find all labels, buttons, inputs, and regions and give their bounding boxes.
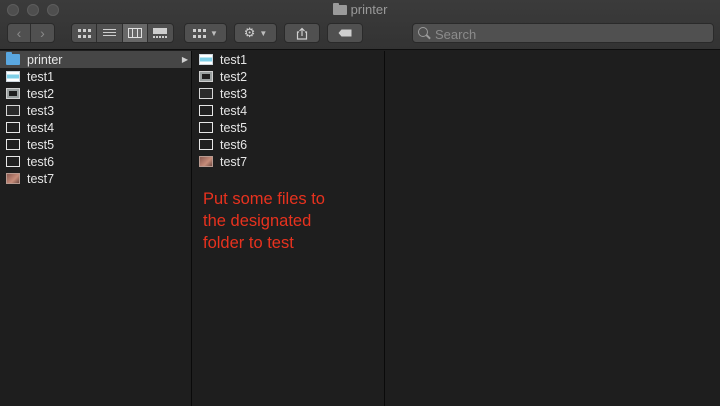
image-file-icon — [199, 54, 213, 65]
tag-icon — [338, 29, 352, 37]
item-label: test1 — [27, 69, 55, 84]
columns-icon — [127, 28, 142, 38]
list-item[interactable]: test3 — [192, 85, 384, 102]
list-item[interactable]: test1 — [0, 68, 191, 85]
finder-window: printer ‹ › ▼ ⚙ ▼ Search printer ▶ test1… — [0, 0, 720, 406]
file-icon — [199, 139, 213, 150]
window-title-label: printer — [350, 2, 388, 17]
forward-button[interactable]: › — [31, 24, 54, 42]
list-item[interactable]: test6 — [192, 136, 384, 153]
list-item[interactable]: test7 — [0, 170, 191, 187]
browser-column-1: printer ▶ test1 test2 test3 test4 test5 … — [0, 51, 192, 406]
list-item[interactable]: test4 — [0, 119, 191, 136]
grid-icon — [77, 28, 91, 38]
share-button[interactable] — [284, 23, 320, 43]
note-line-2: the designated — [203, 212, 312, 230]
file-icon — [6, 156, 20, 167]
dark-file-icon — [199, 88, 213, 99]
folder-icon — [332, 3, 347, 15]
icon-view-button[interactable] — [72, 24, 98, 42]
cover-flow-icon — [153, 28, 168, 38]
navigation-buttons: ‹ › — [7, 23, 55, 43]
item-label: printer — [27, 52, 63, 67]
file-icon — [6, 139, 20, 150]
item-label: test7 — [27, 171, 55, 186]
browser-column-3 — [385, 51, 720, 406]
tag-button[interactable] — [327, 23, 363, 43]
item-label: test5 — [27, 137, 55, 152]
instruction-note: Put some files to the designated folder … — [203, 188, 373, 254]
list-item[interactable]: test1 — [192, 51, 384, 68]
chevron-right-icon: › — [40, 25, 45, 41]
chevron-down-icon: ▼ — [210, 28, 218, 38]
item-label: test3 — [27, 103, 55, 118]
item-label: test6 — [220, 137, 248, 152]
screenshot-file-icon — [199, 71, 213, 82]
view-mode-switcher — [71, 23, 174, 43]
list-item[interactable]: test5 — [0, 136, 191, 153]
search-field[interactable] — [412, 23, 714, 43]
list-item[interactable]: test5 — [192, 119, 384, 136]
search-icon — [418, 27, 428, 37]
item-label: test4 — [220, 103, 248, 118]
list-item[interactable]: test6 — [0, 153, 191, 170]
item-label: test3 — [220, 86, 248, 101]
list-item[interactable]: test3 — [0, 102, 191, 119]
photo-file-icon — [199, 156, 213, 167]
toolbar: printer ‹ › ▼ ⚙ ▼ — [0, 0, 720, 50]
image-file-icon — [6, 71, 20, 82]
window-title: printer — [0, 2, 720, 17]
item-label: test2 — [220, 69, 248, 84]
column-view-button[interactable] — [122, 24, 148, 42]
dark-file-icon — [6, 105, 20, 116]
list-item[interactable]: test2 — [192, 68, 384, 85]
list-item[interactable]: test2 — [0, 85, 191, 102]
screenshot-file-icon — [6, 88, 20, 99]
gear-icon: ⚙ — [243, 25, 256, 40]
item-label: test7 — [220, 154, 248, 169]
gallery-view-button[interactable] — [147, 24, 173, 42]
file-icon — [199, 122, 213, 133]
back-button[interactable]: ‹ — [8, 24, 32, 42]
file-icon — [199, 105, 213, 116]
disclosure-triangle-icon: ▶ — [181, 55, 188, 64]
list-item[interactable]: test4 — [192, 102, 384, 119]
list-icon — [102, 28, 116, 38]
photo-file-icon — [6, 173, 20, 184]
item-label: test4 — [27, 120, 55, 135]
item-label: test2 — [27, 86, 55, 101]
item-label: test6 — [27, 154, 55, 169]
item-label: test5 — [220, 120, 248, 135]
folder-icon — [6, 52, 20, 65]
item-label: test1 — [220, 52, 248, 67]
group-by-button[interactable]: ▼ — [184, 23, 227, 43]
chevron-left-icon: ‹ — [16, 25, 22, 41]
list-view-button[interactable] — [97, 24, 123, 42]
list-item[interactable]: test7 — [192, 153, 384, 170]
share-icon — [296, 27, 308, 40]
chevron-down-icon: ▼ — [259, 28, 268, 38]
search-input[interactable] — [433, 25, 712, 43]
list-item[interactable]: printer ▶ — [0, 51, 191, 68]
file-icon — [6, 122, 20, 133]
action-menu-button[interactable]: ⚙ ▼ — [234, 23, 277, 43]
note-line-1: Put some files to — [203, 190, 325, 208]
grid-icon — [193, 28, 207, 38]
note-line-3: folder to test — [203, 234, 294, 252]
